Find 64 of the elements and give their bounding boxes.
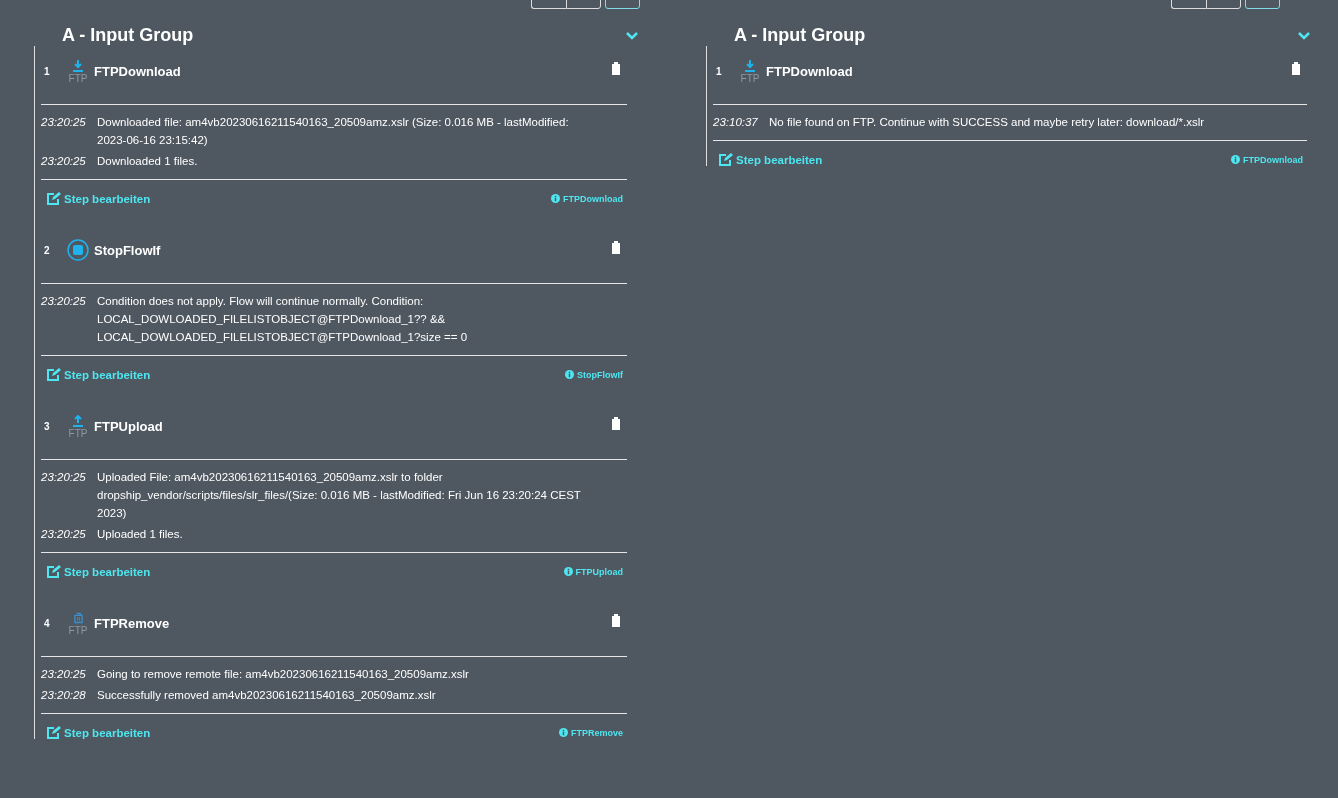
edit-icon [719, 153, 733, 166]
clipboard-icon[interactable] [611, 241, 621, 254]
log-time: 23:20:25 [41, 470, 87, 485]
step-name: FTPUpload [94, 418, 164, 434]
step-number: 1 [43, 65, 51, 77]
log-time: 23:20:25 [41, 294, 87, 309]
log-message: No file found on FTP. Continue with SUCCESS and maybe retry later: download/*.xslr [769, 115, 1206, 130]
info-icon [565, 370, 574, 379]
log-message: Condition does not apply. Flow will continue normally. Condition: LOCAL_DOWLOADED_FILELISTOBJECT@FTPDownload_1?? && LOCAL_DOWLOADED_FILELISTOBJECT@FTPDownload_1?size == 0 [97, 294, 469, 345]
clipboard-icon[interactable] [611, 62, 621, 75]
log-time: 23:20:25 [41, 115, 87, 130]
step-name: FTPRemove [94, 615, 171, 631]
edit-step-link[interactable]: Step bearbeiten [719, 153, 823, 166]
log-message: Downloaded file: am4vb20230616211540163_20509amz.xslr (Size: 0.016 MB - lastModified: 2023-06-16 23:15:42) [97, 115, 570, 148]
group-title: A - Input Group [62, 25, 194, 46]
info-icon [1231, 155, 1240, 164]
edit-step-link[interactable]: Step bearbeiten [47, 726, 151, 739]
step-number: 1 [715, 65, 723, 77]
step-name: FTPDownload [94, 63, 182, 79]
log-message: Going to remove remote file: am4vb20230616211540163_20509amz.xslr [97, 667, 470, 682]
clipboard-icon[interactable] [1291, 62, 1301, 75]
log-message: Uploaded 1 files. [97, 527, 184, 542]
download-icon [744, 60, 756, 72]
group-title: A - Input Group [734, 25, 866, 46]
info-icon [551, 194, 560, 203]
log-time: 23:10:37 [713, 115, 759, 130]
chevron-icon[interactable] [1298, 31, 1310, 40]
log-message: Downloaded 1 files. [97, 154, 199, 169]
icon-caption: FTP [68, 625, 88, 637]
step-type-link[interactable]: StopFlowIf [565, 369, 623, 380]
log-time: 23:20:25 [41, 527, 87, 542]
clipboard-icon[interactable] [611, 614, 621, 627]
step-type-link[interactable]: FTPDownload [551, 193, 623, 204]
edit-icon [47, 368, 61, 381]
clipboard-icon[interactable] [611, 417, 621, 430]
icon-caption: FTP [68, 73, 88, 85]
edit-step-link[interactable]: Step bearbeiten [47, 565, 151, 578]
download-icon [72, 60, 84, 72]
edit-icon [47, 192, 61, 205]
step-number: 4 [43, 617, 51, 629]
step-number: 2 [43, 244, 51, 256]
trash-icon [73, 612, 83, 624]
stop-icon [67, 239, 89, 261]
edit-icon [47, 726, 61, 739]
step-type-link[interactable]: FTPUpload [563, 566, 623, 577]
log-message: Successfully removed am4vb20230616211540163_20509amz.xslr [97, 688, 437, 703]
edit-icon [47, 565, 61, 578]
edit-step-link[interactable]: Step bearbeiten [47, 192, 151, 205]
chevron-icon[interactable] [626, 31, 638, 40]
icon-caption: FTP [68, 428, 88, 440]
log-time: 23:20:25 [41, 154, 87, 169]
icon-caption: FTP [740, 73, 760, 85]
log-time: 23:20:28 [41, 688, 87, 703]
info-icon [559, 728, 568, 737]
step-number: 3 [43, 420, 51, 432]
edit-step-link[interactable]: Step bearbeiten [47, 368, 151, 381]
step-name: StopFlowIf [94, 242, 162, 258]
log-time: 23:20:25 [41, 667, 87, 682]
step-type-link[interactable]: FTPRemove [559, 727, 623, 738]
step-name: FTPDownload [766, 63, 854, 79]
log-message: Uploaded File: am4vb20230616211540163_20509amz.xslr to folder dropship_vendor/scripts/files/slr_files/(Size: 0.016 MB - lastModified: Fri Jun 16 23:20:24 CEST 2023) [97, 470, 582, 521]
step-type-link[interactable]: FTPDownload [1231, 154, 1303, 165]
upload-icon [72, 415, 84, 427]
info-icon [563, 567, 573, 576]
